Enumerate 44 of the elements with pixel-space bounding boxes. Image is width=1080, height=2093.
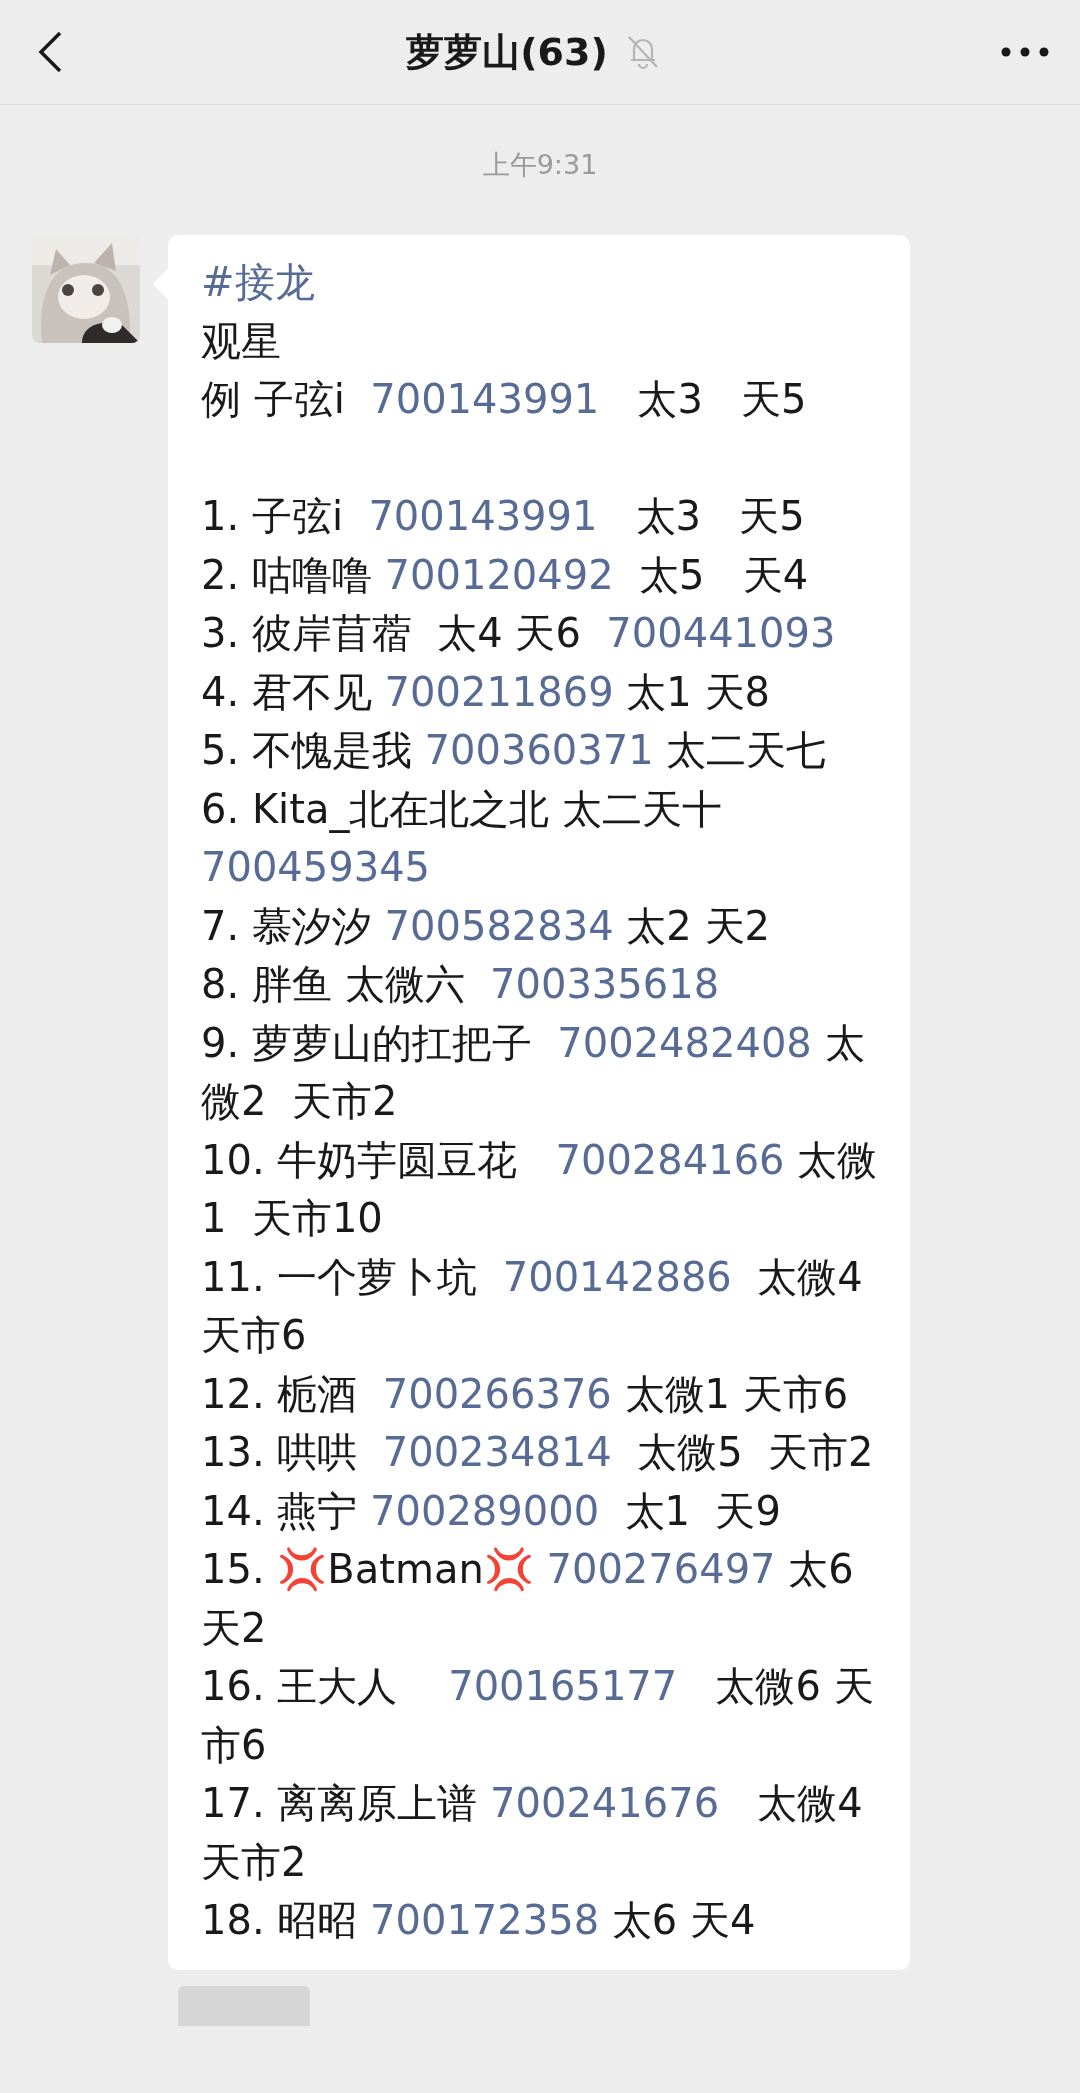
message-line: 12. 栀酒 700266376 太微1 天市6 — [201, 1369, 850, 1419]
more-icon — [1000, 46, 1050, 58]
message-line: 13. 哄哄 700234814 太微5 天市2 — [201, 1428, 875, 1477]
id-link[interactable]: 7002482408 — [557, 1019, 812, 1066]
message-line: 8. 胖鱼 太微六 700335618 — [201, 960, 721, 1009]
message-line: 2. 咕噜噜 700120492 太5 天4 — [201, 550, 810, 600]
id-link[interactable]: 700165177 — [448, 1663, 678, 1709]
id-link[interactable]: 700459345 — [201, 844, 431, 890]
id-link[interactable]: 700234814 — [382, 1429, 612, 1475]
chat-title: 萝萝山(63) — [406, 28, 608, 76]
id-link[interactable]: 700335618 — [490, 961, 720, 1007]
id-link[interactable]: 700241676 — [490, 1780, 720, 1826]
more-button[interactable] — [1000, 46, 1050, 58]
id-link[interactable]: 700143991 — [370, 376, 600, 422]
message-line: 3. 彼岸苜蓿 太4 天6 700441093 — [201, 609, 837, 658]
id-link[interactable]: 700211869 — [384, 668, 614, 715]
id-link[interactable]: 700142886 — [502, 1253, 732, 1300]
message-line: 10. 牛奶芋圆豆花 700284166 太微1 天市10 — [201, 1135, 879, 1243]
message-line: 14. 燕宁 700289000 太1 天9 — [201, 1486, 782, 1536]
timestamp: 上午9:31 — [482, 148, 598, 182]
message-line: 观星 — [201, 316, 282, 366]
message-line: 6. Kita_北在北之北 太二天十 700459345 — [201, 784, 724, 892]
id-link[interactable]: 700360371 — [424, 727, 654, 773]
message-line: 4. 君不见 700211869 太1 天8 — [201, 667, 771, 717]
message-line: 17. 离离原上谱 700241676 太微4天市2 — [201, 1779, 864, 1887]
id-link[interactable]: 700120492 — [384, 551, 614, 598]
message-line: 1. 子弦i 700143991 太3 天5 — [201, 492, 806, 541]
id-link[interactable]: 700289000 — [370, 1487, 600, 1534]
message-line: 例 子弦i 700143991 太3 天5 — [201, 375, 808, 424]
message-line: 7. 慕汐汐 700582834 太2 天2 — [201, 901, 771, 951]
id-link[interactable]: 700172358 — [370, 1897, 600, 1943]
message-line: 5. 不愧是我 700360371 太二天七 — [201, 726, 828, 775]
id-link[interactable]: 700276497 — [546, 1546, 776, 1592]
id-link[interactable]: 700284166 — [555, 1136, 785, 1183]
message-line: 11. 一个萝卜坑 700142886 太微4 天市6 — [201, 1252, 864, 1360]
message-line: 18. 昭昭 700172358 太6 天4 — [201, 1896, 757, 1945]
message-line: 16. 王大人 700165177 太微6 天市6 — [201, 1662, 875, 1770]
id-link[interactable]: 700441093 — [606, 610, 836, 656]
message-line: 15. 💢Batman💢 700276497 太6 天2 — [201, 1545, 855, 1653]
id-link[interactable]: 700582834 — [384, 902, 614, 949]
id-link[interactable]: 700143991 — [368, 493, 598, 539]
id-link[interactable]: 700266376 — [382, 1370, 612, 1417]
message-line: 9. 萝萝山的扛把子 7002482408 太微2 天市2 — [201, 1018, 866, 1126]
hashtag-link[interactable]: #接龙 — [201, 253, 315, 312]
